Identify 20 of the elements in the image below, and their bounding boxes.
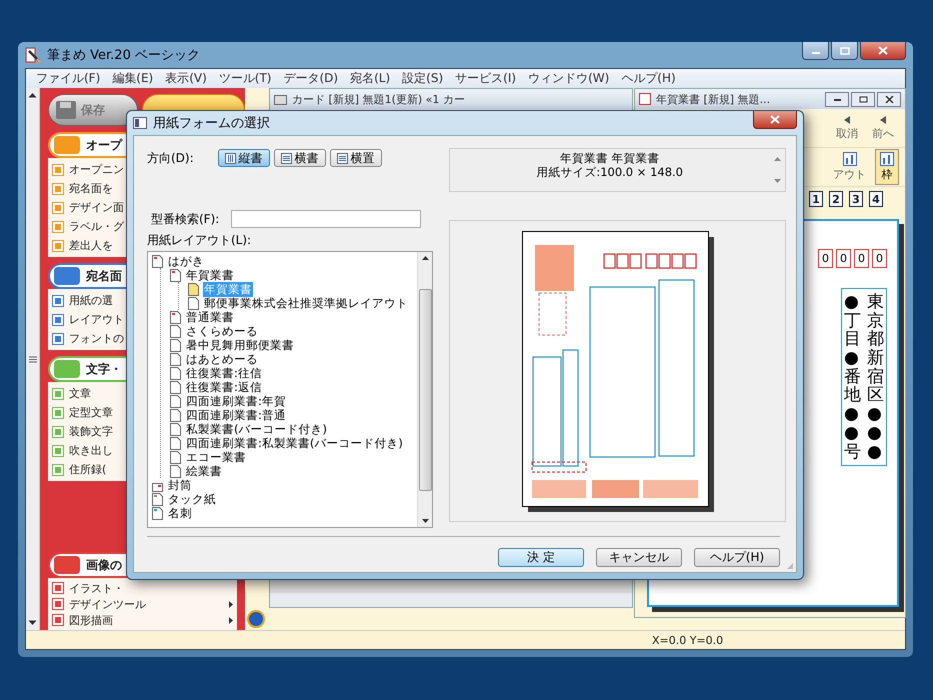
paper-info-text: 用紙サイズ:100.0 × 148.0 bbox=[536, 165, 683, 179]
paper-info-text: 年賀業書 年賀業書 bbox=[560, 151, 660, 165]
orientation-label: 方向(D): bbox=[147, 150, 194, 166]
dialog-title: 用紙フォームの選択 bbox=[153, 115, 270, 132]
tree-label: 用紙レイアウト(L): bbox=[147, 232, 252, 249]
document-title: 年賀業書 [新規] 無題... bbox=[656, 92, 770, 106]
section-title: 文字・ bbox=[86, 360, 122, 378]
postal-digit: 0 bbox=[872, 249, 887, 268]
window-title: 筆まめ Ver.20 ベーシック bbox=[47, 47, 200, 64]
document-title: カード [新規] 無題1(更新) «1 カー bbox=[292, 92, 465, 106]
search-label: 型番検索(F): bbox=[151, 210, 220, 228]
postal-digit: 0 bbox=[818, 249, 833, 268]
cursor-position: X=0.0 Y=0.0 bbox=[652, 634, 724, 646]
section-title: オープ bbox=[86, 136, 122, 154]
postal-digit: 0 bbox=[836, 249, 851, 268]
section-title: 宛名面 bbox=[86, 268, 122, 284]
address-text: 東京都新宿区●●● bbox=[867, 293, 884, 462]
address-text: ●丁目●番地●●号 bbox=[844, 293, 861, 462]
section-title: 画像の bbox=[86, 556, 122, 574]
postal-digit: 0 bbox=[854, 249, 869, 268]
